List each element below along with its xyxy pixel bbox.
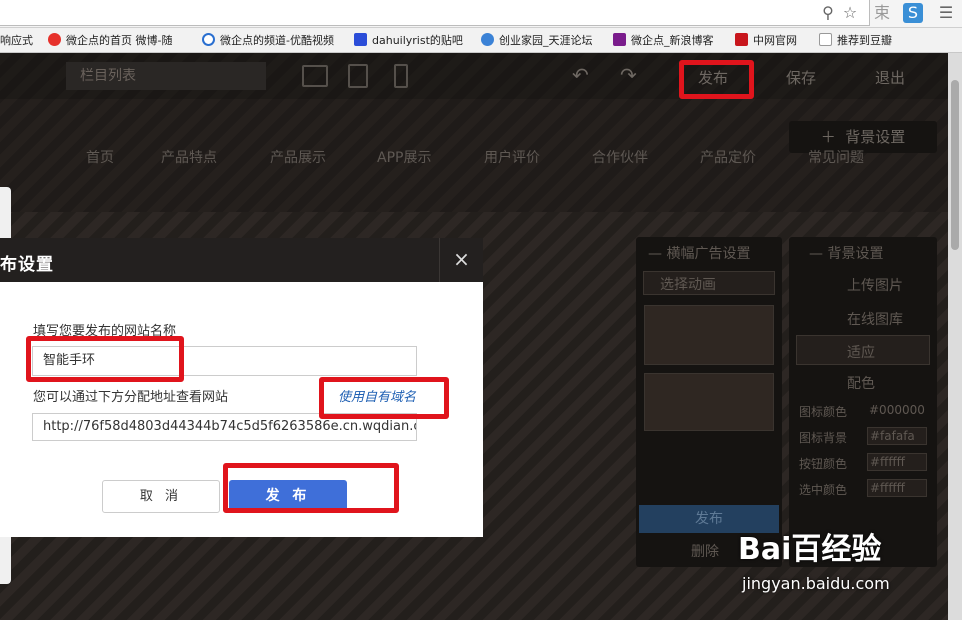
bookmark-item[interactable]: 中网官网 <box>735 32 797 49</box>
highlight-box <box>679 60 754 99</box>
highlight-box <box>319 377 449 419</box>
delete-button[interactable]: 删除 <box>691 541 719 561</box>
scrollbar-thumb[interactable] <box>951 80 959 250</box>
baidu-watermark: Bai百经验 jingyan.baidu.com <box>728 514 938 604</box>
nav-item-reviews[interactable]: 用户评价 <box>484 147 540 167</box>
exit-button[interactable]: 退出 <box>875 67 905 88</box>
icon-color-input[interactable]: #000000 <box>869 403 925 417</box>
tablet-icon[interactable] <box>348 64 368 88</box>
bookmark-item[interactable]: 推荐到豆瓣 <box>819 32 892 49</box>
banner-thumbnail[interactable] <box>644 305 774 365</box>
phone-icon[interactable] <box>394 64 408 88</box>
baidu-paw-icon <box>354 33 367 46</box>
url-label: 您可以通过下方分配地址查看网站 <box>33 390 229 405</box>
bookmarks-bar: 响应式 微企点的首页 微博-随 微企点的频道-优酷视频 dahuilyrist的… <box>0 28 962 53</box>
bookmark-item[interactable]: 创业家园_天涯论坛 <box>481 32 593 49</box>
online-gallery-button[interactable]: 在线图库 <box>847 309 903 329</box>
button-color-input[interactable]: #ffffff <box>867 453 927 471</box>
nav-item-home[interactable]: 首页 <box>86 147 114 167</box>
watermark-url: jingyan.baidu.com <box>742 574 890 593</box>
site-nav <box>0 99 948 212</box>
dialog-title: 布设置 <box>0 255 54 275</box>
save-button[interactable]: 保存 <box>786 67 816 88</box>
youku-icon <box>202 33 215 46</box>
nav-item-partners[interactable]: 合作伙伴 <box>592 147 648 167</box>
column-select[interactable]: 栏目列表 <box>66 62 266 90</box>
nav-item-pricing[interactable]: 产品定价 <box>700 147 756 167</box>
extension-icon[interactable]: S <box>903 3 923 23</box>
close-icon[interactable]: × <box>439 238 483 282</box>
panel-title: — 背景设置 <box>809 246 884 262</box>
nav-item-features[interactable]: 产品特点 <box>161 147 217 167</box>
icon-bg-input[interactable]: #fafafa <box>867 427 927 445</box>
weibo-icon <box>48 33 61 46</box>
bookmark-item[interactable]: 微企点_新浪博客 <box>613 32 714 49</box>
nav-item-app[interactable]: APP展示 <box>377 147 431 167</box>
undo-icon[interactable]: ↶ <box>572 63 589 87</box>
sina-blog-icon <box>613 33 626 46</box>
address-bar[interactable] <box>0 0 870 26</box>
watermark-logo: Bai百经验 <box>738 532 882 567</box>
highlight-box <box>26 336 184 382</box>
bookmark-item[interactable]: 微企点的频道-优酷视频 <box>202 32 334 49</box>
star-icon[interactable]: ☆ <box>840 3 860 23</box>
desktop-icon[interactable] <box>302 65 328 87</box>
editor-toolbar: 栏目列表 ↶ ↷ 发布 保存 退出 <box>0 53 962 99</box>
nav-item-products[interactable]: 产品展示 <box>270 147 326 167</box>
cancel-button[interactable]: 取 消 <box>102 480 220 513</box>
bookmark-item[interactable]: dahuilyrist的贴吧 <box>354 32 463 49</box>
nav-item-faq[interactable]: 常见问题 <box>808 147 864 167</box>
tianya-icon <box>481 33 494 46</box>
upload-image-button[interactable]: 上传图片 <box>847 275 903 295</box>
browser-toolbar: ⚲ ☆ 束 S ☰ <box>0 0 962 28</box>
zhongwang-icon <box>735 33 748 46</box>
bookmark-item[interactable]: 微企点的首页 微博-随 <box>48 32 172 49</box>
animation-select[interactable]: 选择动画 <box>643 271 775 295</box>
fit-select[interactable]: 适应 <box>796 335 930 365</box>
translate-icon[interactable]: 束 <box>872 3 892 23</box>
page-icon <box>819 33 832 46</box>
selected-color-input[interactable]: #ffffff <box>867 479 927 497</box>
menu-icon[interactable]: ☰ <box>936 3 956 23</box>
dialog-header: 布设置 × <box>0 238 483 282</box>
color-section-title: 配色 <box>847 376 875 392</box>
banner-thumbnail[interactable] <box>644 373 774 431</box>
bookmark-item[interactable]: 响应式 <box>0 32 33 49</box>
redo-icon[interactable]: ↷ <box>620 63 637 87</box>
highlight-box <box>223 463 399 513</box>
zoom-icon[interactable]: ⚲ <box>818 3 838 23</box>
panel-title: — 横幅广告设置 <box>648 246 751 262</box>
